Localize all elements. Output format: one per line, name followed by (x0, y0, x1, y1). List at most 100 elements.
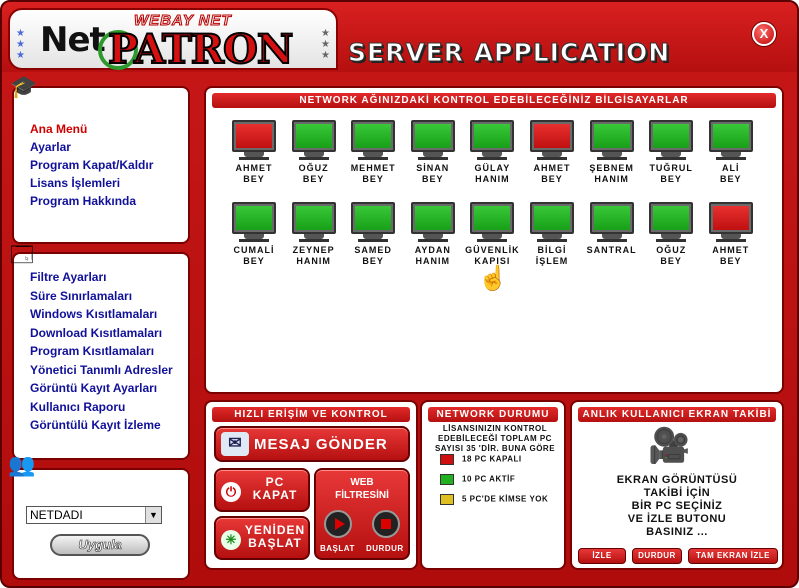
computer-name: SANTRAL (586, 245, 637, 255)
hand-cursor-icon: ☝ (478, 265, 508, 292)
screen-status-green (236, 206, 272, 230)
computer-item[interactable]: BİLGİ İŞLEM (522, 202, 582, 267)
logo-net: Net (40, 20, 106, 60)
screen-status-green (355, 124, 392, 148)
computer-item[interactable]: ALİ BEY (701, 120, 761, 185)
screen-status-green (474, 124, 511, 148)
menu-item[interactable]: Görüntü Kayıt Ayarları (30, 381, 157, 395)
web-stop-label[interactable]: DURDUR (366, 544, 404, 553)
monitor-icon (649, 202, 694, 234)
web-filter-label: WEB FİLTRESİNİ (335, 477, 389, 501)
cap-icon: 🎓 (10, 74, 38, 99)
monitor-icon (232, 120, 276, 152)
monitor-base (239, 239, 269, 242)
web-filter-control: WEB FİLTRESİNİ BAŞLAT DURDUR (314, 468, 410, 560)
monitor-icon (351, 120, 396, 152)
pc-off-button[interactable]: ⏻ PC KAPAT (214, 468, 310, 512)
monitor-icon (589, 202, 634, 234)
computer-name: AHMET BEY (533, 163, 571, 184)
restart-button[interactable]: ✳ YENİDEN BAŞLAT (214, 516, 310, 560)
stars-left-icon: ★ ★ ★ (16, 28, 25, 61)
send-message-button[interactable]: ✉ MESAJ GÖNDER (214, 426, 410, 462)
computer-item[interactable]: GÜVENLİK KAPISI (462, 202, 522, 267)
menu-item[interactable]: Program Kapat/Kaldır (30, 158, 153, 172)
monitor-icon (708, 120, 753, 152)
screen-status-green (355, 206, 392, 230)
computer-item[interactable]: AHMET BEY (701, 202, 761, 267)
screen-status-green (414, 124, 451, 148)
screen-status-green (295, 124, 332, 148)
stop-icon[interactable] (372, 510, 400, 538)
web-start-label[interactable]: BAŞLAT (320, 544, 355, 553)
menu-item[interactable]: Filtre Ayarları (30, 270, 106, 284)
screen-status-green (474, 206, 511, 230)
network-status-title: NETWORK DURUMU (428, 407, 558, 422)
menu-item[interactable]: Lisans İşlemleri (30, 176, 120, 190)
computer-name: BİLGİ İŞLEM (535, 245, 569, 266)
computer-item[interactable]: ŞEBNEM HANIM (582, 120, 642, 185)
computer-item[interactable]: GÜLAY HANIM (462, 120, 522, 185)
monitor-base (358, 239, 389, 242)
send-message-label: MESAJ GÖNDER (254, 436, 388, 453)
main-menu-panel: 🎓 Ana Menü Ayarlar Program Kapat/Kaldır Lis… (10, 74, 190, 244)
screen-status-green (653, 124, 690, 148)
stop-button[interactable]: DURDUR (632, 548, 682, 564)
profile-select[interactable]: NETDADI ▼ (26, 506, 162, 524)
computer-name: SAMED BEY (354, 245, 392, 266)
monitor-base (715, 239, 746, 242)
monitor-icon (291, 120, 336, 152)
monitor-icon (470, 120, 515, 152)
computer-item[interactable]: OĞUZ BEY (284, 120, 344, 185)
status-label: 18 PC KAPALI (462, 454, 522, 464)
monitor-icon (291, 202, 336, 234)
status-label: 5 PC'DE KİMSE YOK (462, 494, 549, 504)
menu-item[interactable]: Program Kısıtlamaları (30, 344, 154, 358)
computer-name: SİNAN BEY (416, 163, 450, 184)
computer-item[interactable]: SAMED BEY (343, 202, 403, 267)
monitor-base (417, 157, 448, 160)
screen-status-green (593, 206, 630, 230)
menu-item[interactable]: Windows Kısıtlamaları (30, 307, 157, 321)
power-icon: ⏻ (221, 482, 241, 502)
close-button[interactable]: X (752, 22, 776, 46)
app-title: SERVER APPLICATION (347, 38, 671, 68)
monitor-base (477, 239, 508, 242)
menu-item[interactable]: Görüntülü Kayıt İzleme (30, 418, 161, 432)
menu-item[interactable]: Download Kısıtlamaları (30, 326, 162, 340)
menu-item[interactable]: Süre Sınırlamaları (30, 289, 132, 303)
computer-item[interactable]: MEHMET BEY (343, 120, 403, 185)
computer-item[interactable]: SANTRAL (582, 202, 642, 256)
computer-item[interactable]: ZEYNEP HANIM (284, 202, 344, 267)
monitor-base (656, 157, 687, 160)
screen-tracking-panel: ANLIK KULLANICI EKRAN TAKİBİ 🎥 EKRAN GÖR… (570, 400, 784, 570)
monitor-icon (351, 202, 396, 234)
monitor-base (358, 157, 389, 160)
computer-item[interactable]: AYDAN HANIM (403, 202, 463, 267)
apply-button[interactable]: Uygula (50, 534, 150, 556)
projector-icon: 🎥 (648, 427, 691, 465)
computer-item[interactable]: SİNAN BEY (403, 120, 463, 185)
menu-item[interactable]: Program Hakkında (30, 194, 136, 208)
menu-item[interactable]: Kullanıcı Raporu (30, 400, 125, 414)
computer-item[interactable]: TUĞRUL BEY (641, 120, 701, 185)
message-icon: ✉ (221, 432, 249, 456)
monitor-base (239, 157, 269, 160)
computer-item[interactable]: AHMET BEY (224, 120, 284, 185)
monitor-base (656, 239, 687, 242)
computer-item[interactable]: CUMALİ BEY (224, 202, 284, 267)
monitor-base (417, 239, 448, 242)
menu-item[interactable]: Ayarlar (30, 140, 71, 154)
fullscreen-watch-button[interactable]: TAM EKRAN İZLE (688, 548, 778, 564)
computer-item[interactable]: OĞUZ BEY (641, 202, 701, 267)
play-icon[interactable] (324, 510, 352, 538)
menu-item[interactable]: Yönetici Tanımlı Adresler (30, 363, 173, 377)
menu-item[interactable]: Ana Menü (30, 122, 87, 136)
computer-item[interactable]: AHMET BEY (522, 120, 582, 185)
screen-status-green (712, 124, 749, 148)
monitor-base (477, 157, 508, 160)
header: ★ ★ ★ Net WEBAY NET PATRON ★ ★ ★ SERVER APPL… (2, 2, 797, 74)
computers-panel-title: NETWORK AĞINIZDAKİ KONTROL EDEBİLECEĞİNİ… (212, 93, 776, 108)
watch-button[interactable]: İZLE (578, 548, 626, 564)
monitor-base (298, 239, 329, 242)
chevron-down-icon[interactable]: ▼ (145, 507, 161, 523)
